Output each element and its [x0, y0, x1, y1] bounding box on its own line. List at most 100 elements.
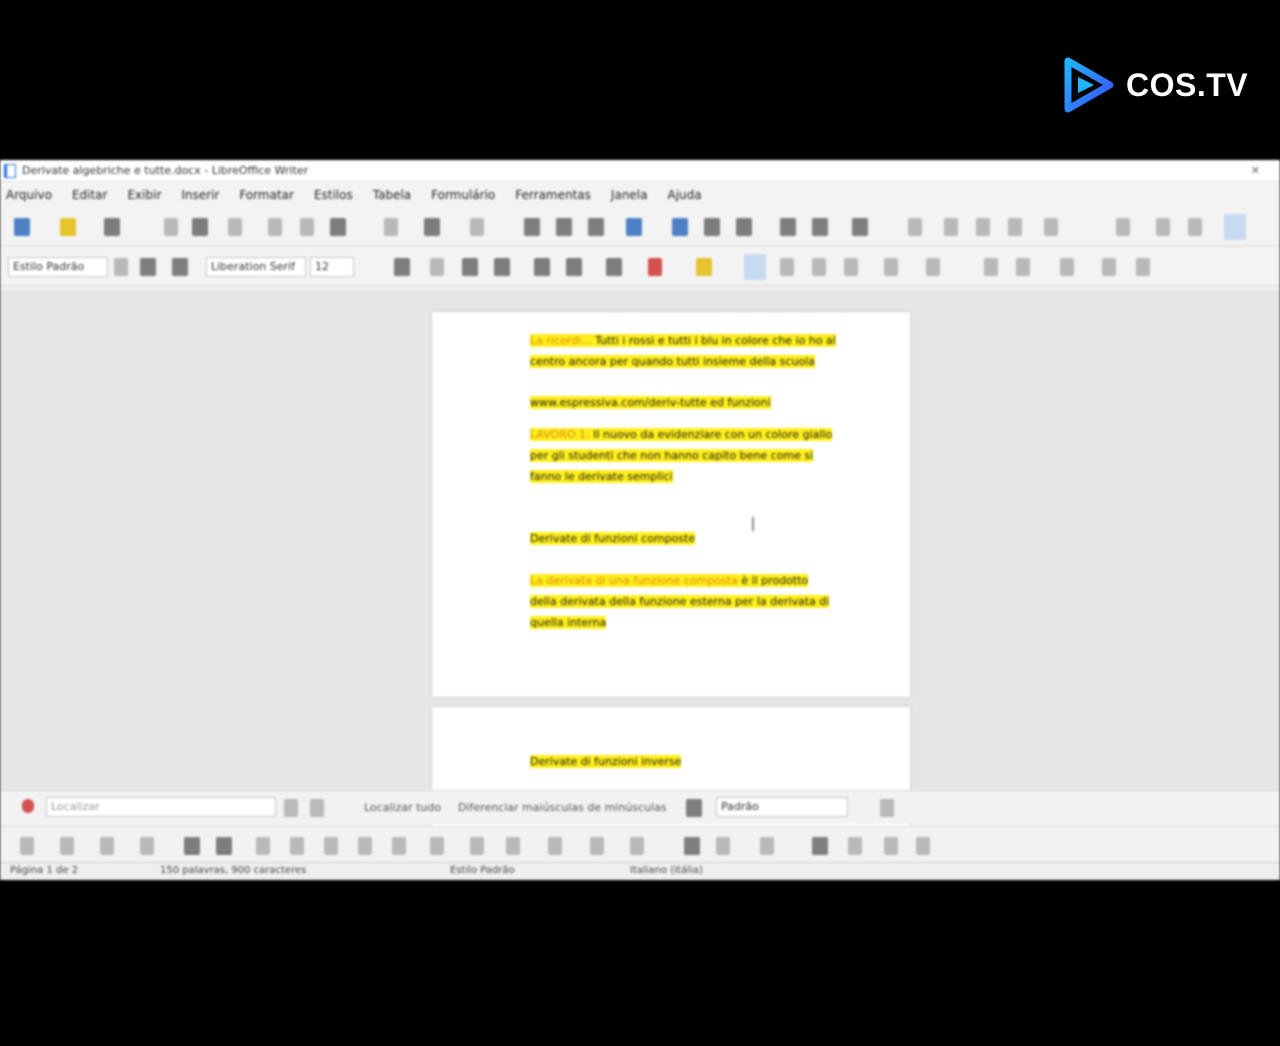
- superscript-icon[interactable]: [534, 258, 550, 276]
- select-arrow-icon[interactable]: [20, 837, 34, 855]
- menu-styles[interactable]: Estilos: [314, 188, 353, 202]
- clone-formatting-icon[interactable]: [384, 218, 398, 236]
- redo-icon[interactable]: [470, 218, 484, 236]
- comment-icon[interactable]: [976, 218, 990, 236]
- align-center-icon[interactable]: [780, 258, 794, 276]
- page-break-icon[interactable]: [780, 218, 796, 236]
- font-color-style-icon[interactable]: [172, 258, 188, 276]
- shapes-dropdown-icon[interactable]: [1188, 218, 1202, 236]
- arrow-draw-icon[interactable]: [100, 837, 114, 855]
- spelling-icon[interactable]: [556, 218, 572, 236]
- menu-window[interactable]: Janela: [611, 188, 648, 202]
- menu-tools[interactable]: Ferramentas: [515, 188, 591, 202]
- stars-icon[interactable]: [506, 837, 520, 855]
- area-fill-icon[interactable]: [630, 837, 644, 855]
- line-icon[interactable]: [1044, 218, 1058, 236]
- status-page[interactable]: Página 1 de 2: [10, 865, 78, 876]
- highlight-color-icon[interactable]: [696, 258, 712, 276]
- flowchart-icon[interactable]: [430, 837, 444, 855]
- menu-insert[interactable]: Inserir: [181, 188, 219, 202]
- justify-icon[interactable]: [844, 258, 858, 276]
- save-icon[interactable]: [104, 218, 120, 236]
- basic-shapes-draw-icon[interactable]: [324, 837, 338, 855]
- insert-textbox-icon[interactable]: [736, 218, 752, 236]
- font-color-icon[interactable]: [648, 258, 662, 276]
- paste-icon[interactable]: [330, 218, 346, 236]
- status-language[interactable]: Italiano (Itália): [630, 865, 703, 876]
- new-document-icon[interactable]: [14, 218, 30, 236]
- hyperlink-icon[interactable]: [908, 218, 922, 236]
- track-changes-icon[interactable]: [1008, 218, 1022, 236]
- extrusion-icon[interactable]: [848, 837, 862, 855]
- increase-indent-icon[interactable]: [984, 258, 998, 276]
- rotate-icon[interactable]: [684, 837, 700, 855]
- block-arrows-icon[interactable]: [392, 837, 406, 855]
- menu-form[interactable]: Formulário: [431, 188, 495, 202]
- print-icon[interactable]: [192, 218, 208, 236]
- line-color-icon[interactable]: [590, 837, 604, 855]
- polygon-icon[interactable]: [184, 837, 200, 855]
- undo-icon[interactable]: [424, 218, 440, 236]
- sidebar-toggle-icon[interactable]: [1224, 214, 1246, 240]
- menu-view[interactable]: Exibir: [127, 188, 161, 202]
- ellipse-icon[interactable]: [290, 837, 304, 855]
- paragraph-spacing-icon[interactable]: [1102, 258, 1116, 276]
- paragraph-style-select[interactable]: Estilo Padrão: [8, 257, 108, 277]
- find-next-icon[interactable]: [310, 799, 324, 817]
- insert-field-icon[interactable]: [812, 218, 828, 236]
- line-draw-icon[interactable]: [60, 837, 74, 855]
- status-word-count[interactable]: 150 palavras, 900 caracteres: [160, 865, 306, 876]
- copy-icon[interactable]: [300, 218, 314, 236]
- insert-table-icon[interactable]: [626, 218, 642, 236]
- document-page-1[interactable]: La ricordi... Tutti i rossi e tutti i bl…: [432, 312, 910, 697]
- find-previous-icon[interactable]: [284, 799, 298, 817]
- formatting-marks-icon[interactable]: [588, 218, 604, 236]
- shadow-icon[interactable]: [606, 258, 622, 276]
- font-size-select[interactable]: 12: [310, 257, 354, 277]
- print-preview-icon[interactable]: [228, 218, 242, 236]
- menu-help[interactable]: Ajuda: [668, 188, 702, 202]
- find-all-button[interactable]: Localizar tudo: [364, 801, 441, 814]
- find-toolbar-options-icon[interactable]: [880, 799, 894, 817]
- font-name-select[interactable]: Liberation Serif: [206, 257, 306, 277]
- document-workspace[interactable]: La ricordi... Tutti i rossi e tutti i bl…: [0, 290, 1280, 827]
- menu-edit[interactable]: Editar: [72, 188, 108, 202]
- italic-icon[interactable]: [430, 258, 444, 276]
- callouts-icon[interactable]: [470, 837, 484, 855]
- style-search-select[interactable]: Padrão: [716, 797, 848, 817]
- menu-format[interactable]: Formatar: [239, 188, 294, 202]
- special-character-icon[interactable]: [852, 218, 868, 236]
- window-close-icon[interactable]: ✕: [1251, 164, 1260, 177]
- arrow-icon[interactable]: [1156, 218, 1170, 236]
- export-pdf-icon[interactable]: [164, 218, 178, 236]
- menu-table[interactable]: Tabela: [373, 188, 411, 202]
- open-folder-icon[interactable]: [60, 218, 76, 236]
- footnote-icon[interactable]: [944, 218, 958, 236]
- line-spacing-icon[interactable]: [1060, 258, 1074, 276]
- find-input[interactable]: Localizar: [46, 797, 276, 817]
- insert-image-icon[interactable]: [672, 218, 688, 236]
- align-left-icon[interactable]: [744, 254, 766, 280]
- curve-icon[interactable]: [140, 837, 154, 855]
- cut-icon[interactable]: [268, 218, 282, 236]
- strikethrough-icon[interactable]: [494, 258, 510, 276]
- status-page-style[interactable]: Estilo Padrão: [450, 865, 515, 876]
- update-style-icon[interactable]: [114, 258, 128, 276]
- bold-icon[interactable]: [394, 258, 410, 276]
- bullet-list-icon[interactable]: [884, 258, 898, 276]
- insert-chart-icon[interactable]: [704, 218, 720, 236]
- glue-points-icon[interactable]: [916, 837, 930, 855]
- find-replace-icon[interactable]: [524, 218, 540, 236]
- find-replace-dialog-icon[interactable]: [686, 799, 702, 817]
- text-box-icon[interactable]: [216, 837, 232, 855]
- numbered-list-icon[interactable]: [926, 258, 940, 276]
- align-objects-icon[interactable]: [716, 837, 730, 855]
- underline-icon[interactable]: [462, 258, 478, 276]
- close-find-icon[interactable]: [22, 799, 34, 813]
- align-right-icon[interactable]: [812, 258, 826, 276]
- decrease-indent-icon[interactable]: [1016, 258, 1030, 276]
- basic-shapes-icon[interactable]: [1116, 218, 1130, 236]
- arrange-icon[interactable]: [760, 837, 774, 855]
- symbol-shapes-icon[interactable]: [358, 837, 372, 855]
- match-case-checkbox[interactable]: Diferenciar maiúsculas de minúsculas: [458, 801, 667, 814]
